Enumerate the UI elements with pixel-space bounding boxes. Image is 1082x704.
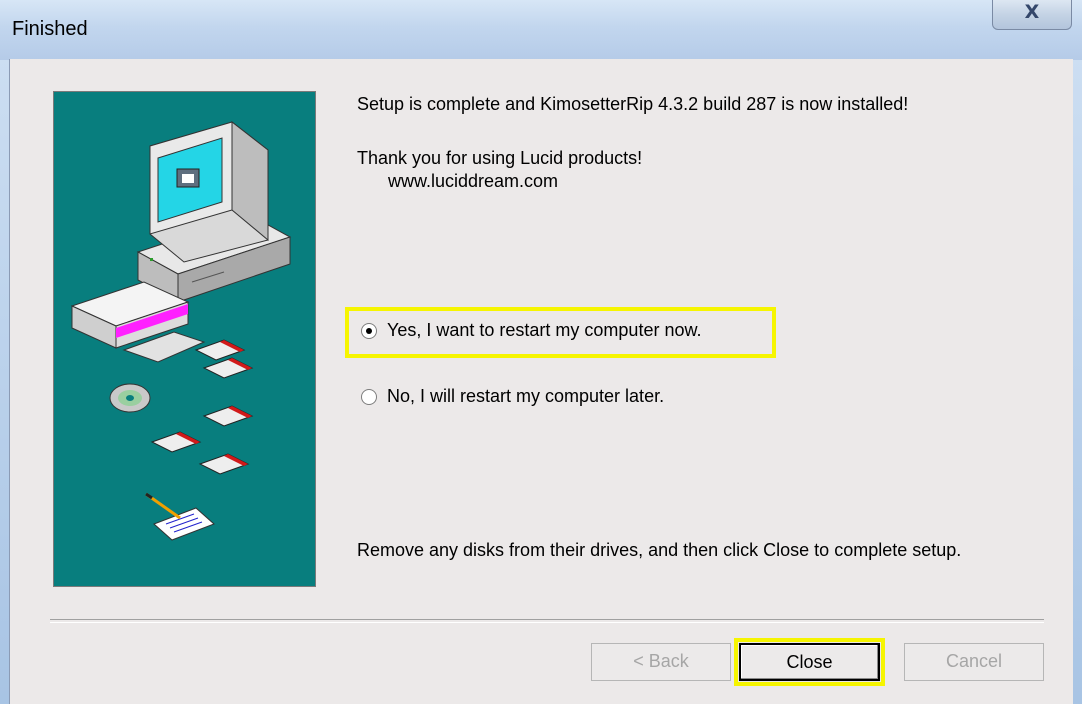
close-icon: X xyxy=(1024,1,1040,23)
back-button[interactable]: < Back xyxy=(591,643,731,681)
thank-you-message: Thank you for using Lucid products! xyxy=(357,148,643,168)
restart-later-label[interactable]: No, I will restart my computer later. xyxy=(387,386,664,407)
computer-illustration-icon xyxy=(70,120,292,541)
radio-selected-dot xyxy=(366,328,372,334)
restart-now-label[interactable]: Yes, I want to restart my computer now. xyxy=(387,320,701,341)
instructions-text: Remove any disks from their drives, and … xyxy=(357,540,962,560)
restart-now-radio[interactable] xyxy=(361,323,377,339)
website-link: www.luciddream.com xyxy=(388,171,559,191)
setup-complete-message: Setup is complete and KimosetterRip 4.3.… xyxy=(357,94,909,114)
installer-window: Finished X Setup is complete and Kimoset… xyxy=(0,0,1082,704)
window-close-button[interactable]: X xyxy=(992,0,1072,30)
close-button[interactable]: Close xyxy=(739,643,880,681)
restart-later-radio[interactable] xyxy=(361,389,377,405)
window-title: Finished xyxy=(12,18,88,40)
cancel-button[interactable]: Cancel xyxy=(904,643,1044,681)
title-bar[interactable]: Finished X xyxy=(0,0,1082,60)
footer-divider xyxy=(50,619,1044,623)
setup-illustration xyxy=(53,91,316,587)
